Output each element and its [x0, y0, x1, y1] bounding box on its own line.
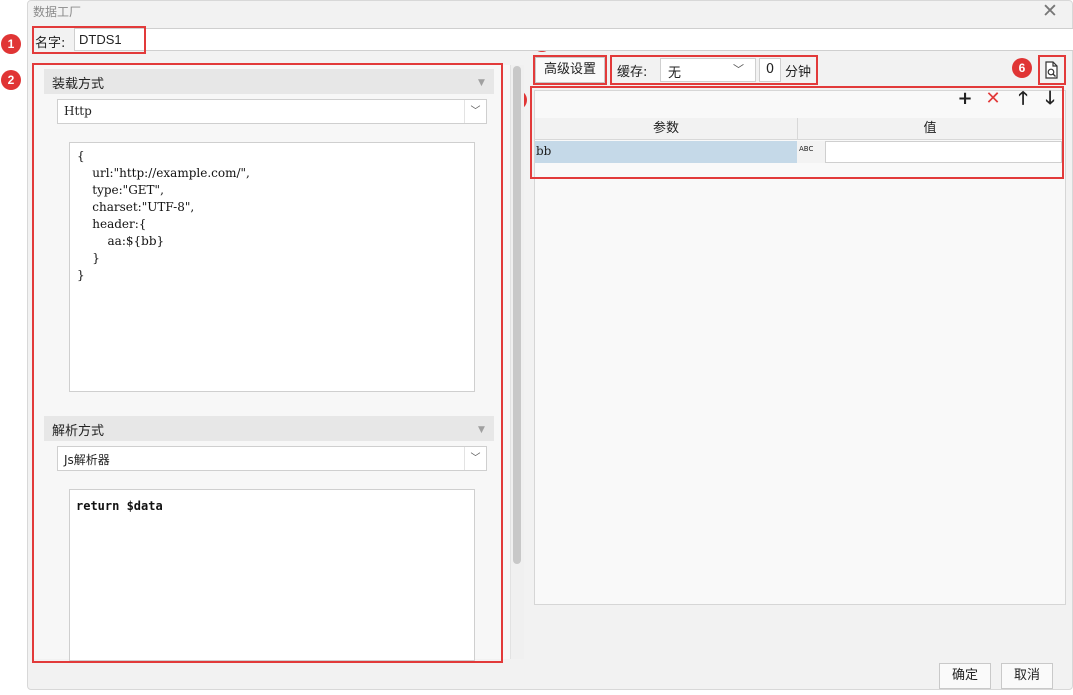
badge-1: 1 — [1, 34, 21, 54]
cache-highlight — [610, 55, 818, 85]
name-highlight — [32, 26, 146, 54]
dialog-title: 数据工厂 — [33, 5, 82, 19]
ok-button[interactable]: 确定 — [939, 663, 991, 689]
badge-2: 2 — [1, 70, 21, 90]
badge-6: 6 — [1012, 58, 1032, 78]
left-scrollbar-thumb[interactable] — [513, 66, 521, 564]
params-highlight — [530, 86, 1064, 179]
cancel-button[interactable]: 取消 — [1001, 663, 1053, 689]
close-icon[interactable]: ✕ — [1040, 1, 1060, 21]
advanced-highlight — [533, 55, 607, 85]
left-panel-highlight — [32, 63, 503, 663]
preview-highlight — [1038, 55, 1066, 85]
name-input[interactable]: DTDS1 — [74, 28, 1073, 51]
